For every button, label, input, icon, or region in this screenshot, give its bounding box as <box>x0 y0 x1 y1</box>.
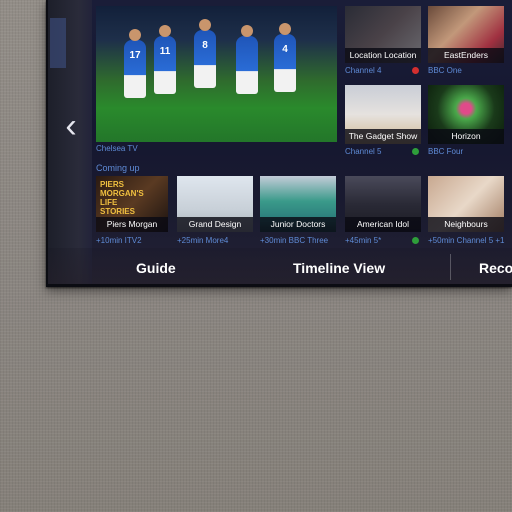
coming-up-time: +30min BBC Three <box>260 236 329 245</box>
now-tile-channel: Channel 4 <box>345 66 382 75</box>
nav-record-button[interactable]: Reco <box>479 260 512 276</box>
player-figure <box>236 25 258 94</box>
green-dot-icon <box>412 148 419 155</box>
show-title-overlay: PIERS MORGAN'S LIFE STORIES <box>100 180 144 216</box>
tv-screen: ‹ 17 11 8 4 Chelsea TV Location Location… <box>48 0 512 284</box>
now-tile-label: Location Location <box>345 48 421 63</box>
now-tile-channel: Channel 5 <box>345 147 382 156</box>
coming-up-heading: Coming up <box>96 163 140 173</box>
main-tile-channel: Chelsea TV <box>96 144 138 153</box>
coming-up-time: +50min Channel 5 +1 <box>428 236 505 245</box>
record-dot-icon <box>412 67 419 74</box>
now-tile[interactable]: Horizon <box>428 85 504 144</box>
coming-up-tile[interactable]: Grand Design <box>177 176 253 232</box>
coming-up-label: Junior Doctors <box>260 217 336 232</box>
player-figure: 4 <box>274 23 296 92</box>
coming-up-label: Piers Morgan <box>96 217 168 232</box>
scroll-left-icon[interactable]: ‹ <box>61 106 81 146</box>
coming-up-tile[interactable]: Neighbours <box>428 176 504 232</box>
coming-up-time: +25min More4 <box>177 236 229 245</box>
now-tile-channel: BBC Four <box>428 147 464 156</box>
green-dot-icon <box>412 237 419 244</box>
coming-up-label: American Idol <box>345 217 421 232</box>
now-tile[interactable]: The Gadget Show <box>345 85 421 144</box>
nav-divider <box>450 254 451 280</box>
player-number: 4 <box>282 44 288 55</box>
coming-up-tile[interactable]: PIERS MORGAN'S LIFE STORIES Piers Morgan <box>96 176 168 232</box>
tv-frame: ‹ 17 11 8 4 Chelsea TV Location Location… <box>46 0 512 287</box>
now-tile-label: The Gadget Show <box>345 129 421 144</box>
main-live-tile[interactable]: 17 11 8 4 <box>96 6 337 142</box>
player-number: 17 <box>129 50 141 61</box>
nav-guide-button[interactable]: Guide <box>136 260 176 276</box>
coming-up-label: Neighbours <box>428 217 504 232</box>
now-tile-label: Horizon <box>428 129 504 144</box>
now-tile[interactable]: Location Location <box>345 6 421 63</box>
coming-up-tile[interactable]: Junior Doctors <box>260 176 336 232</box>
coming-up-tile[interactable]: American Idol <box>345 176 421 232</box>
player-number: 11 <box>159 46 171 57</box>
bottom-nav: Guide Timeline View Reco <box>48 248 512 284</box>
now-tile[interactable]: EastEnders <box>428 6 504 63</box>
player-number: 8 <box>202 40 208 51</box>
nav-timeline-button[interactable]: Timeline View <box>293 260 385 276</box>
now-tile-channel: BBC One <box>428 66 462 75</box>
coming-up-label: Grand Design <box>177 217 253 232</box>
player-figure: 8 <box>194 19 216 88</box>
reflection-picture <box>50 18 66 68</box>
coming-up-time: +10min ITV2 <box>96 236 142 245</box>
player-figure: 11 <box>154 25 176 94</box>
player-figure: 17 <box>124 29 146 98</box>
now-tile-label: EastEnders <box>428 48 504 63</box>
coming-up-time: +45min 5* <box>345 236 382 245</box>
